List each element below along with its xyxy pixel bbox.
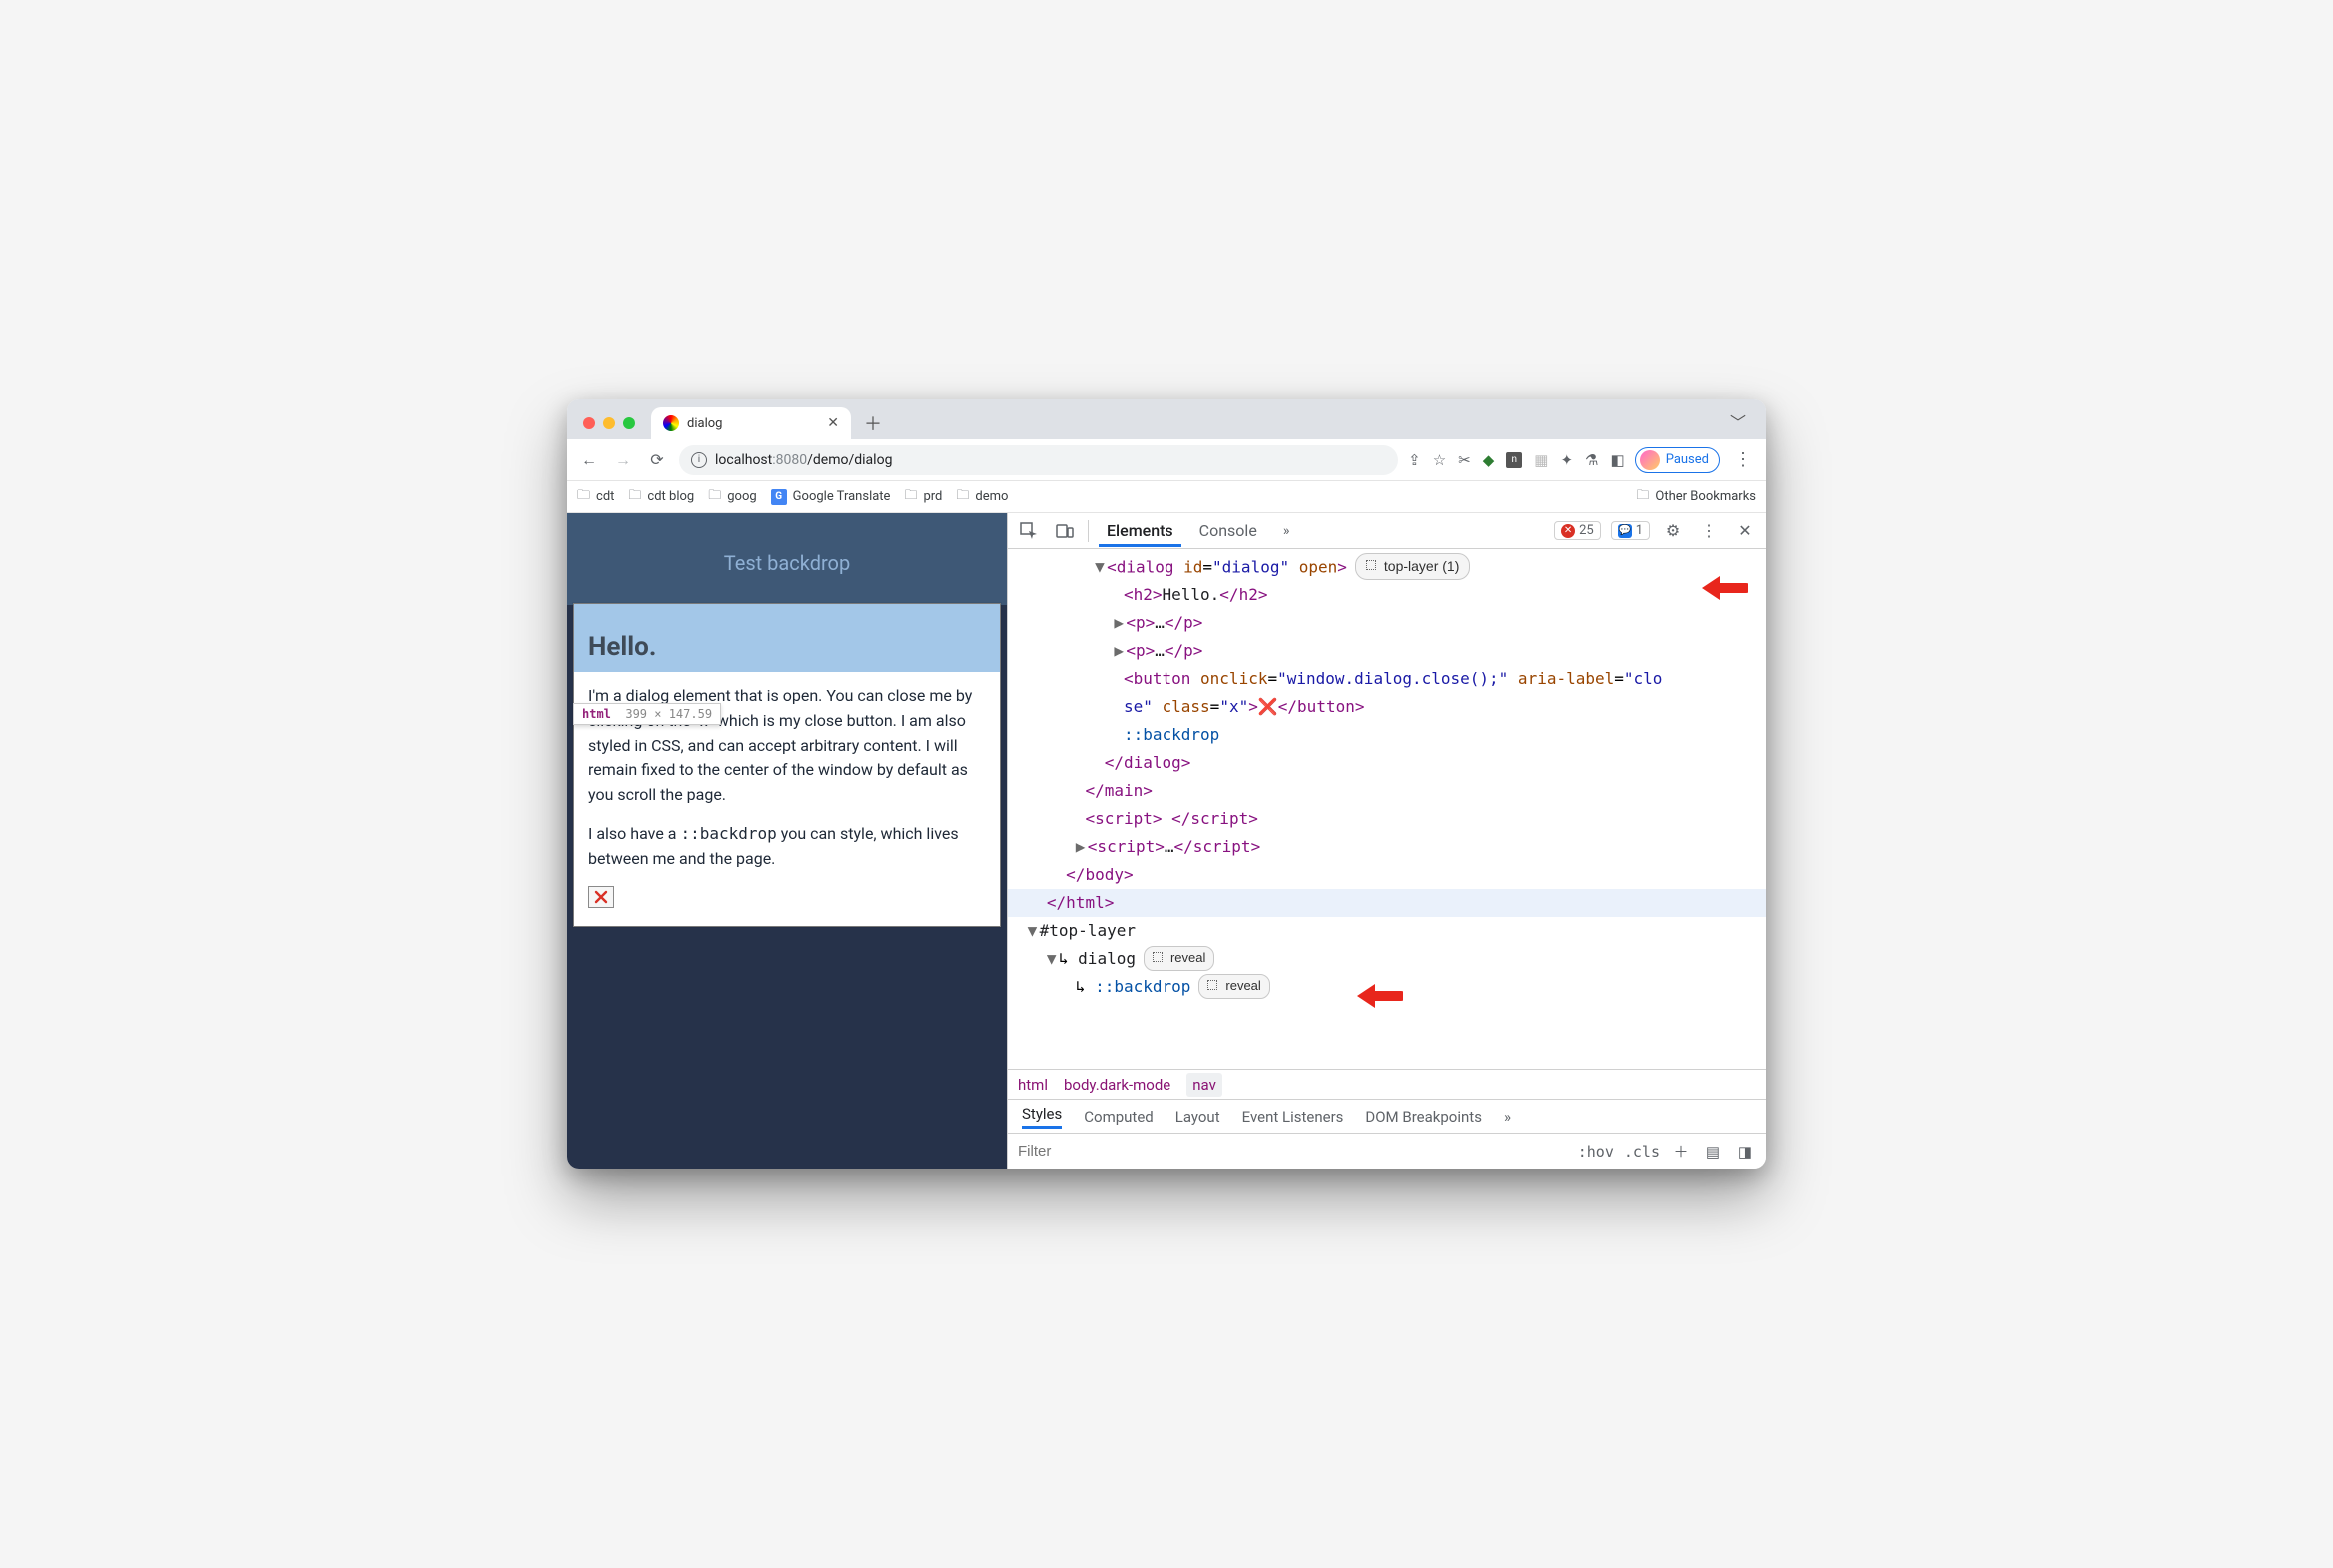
other-bookmarks[interactable]: 🗀Other Bookmarks	[1636, 486, 1756, 508]
computed-styles-icon[interactable]: ▤	[1702, 1141, 1724, 1163]
dialog-close-button[interactable]	[588, 886, 614, 908]
minimize-window-button[interactable]	[603, 417, 615, 429]
extensions-puzzle-icon[interactable]: ✦	[1560, 451, 1573, 469]
tab-event-listeners[interactable]: Event Listeners	[1242, 1108, 1344, 1126]
inspector-tooltip: html 399 × 147.59	[573, 703, 721, 725]
labs-flask-icon[interactable]: ⚗︎	[1585, 451, 1598, 469]
bookmark-folder[interactable]: 🗀cdt	[577, 486, 614, 508]
bookmark-folder[interactable]: 🗀prd	[904, 486, 942, 508]
extension-icon[interactable]: ◆	[1483, 451, 1495, 469]
close-window-button[interactable]	[583, 417, 595, 429]
dialog-header: Hello.	[574, 604, 1000, 672]
window-controls	[575, 417, 643, 439]
reload-button[interactable]: ⟳	[645, 448, 669, 472]
devtools-panel: Elements Console » ✕25 💬1 ⚙ ⋮ ✕ ▼<dialog…	[1007, 513, 1766, 1169]
content-area: Test backdrop Hello. I'm a dialog elemen…	[567, 513, 1766, 1169]
crumb[interactable]: html	[1018, 1076, 1048, 1094]
favicon	[663, 415, 679, 431]
dialog-heading: Hello.	[588, 632, 986, 662]
zoom-window-button[interactable]	[623, 417, 635, 429]
top-layer-badge[interactable]: top-layer (1)	[1355, 553, 1470, 580]
browser-window: dialog ✕ ＋ ﹀ ← → ⟳ i localhost:8080/demo…	[567, 399, 1766, 1169]
toolbar-actions: ⇪ ☆ ✂︎ ◆ n ▦ ✦ ⚗︎ ◧	[1408, 451, 1625, 469]
reveal-badge[interactable]: reveal	[1144, 946, 1214, 971]
bookmark-folder[interactable]: 🗀demo	[956, 486, 1008, 508]
extension-icon[interactable]: ▦	[1534, 451, 1548, 469]
close-devtools-icon[interactable]: ✕	[1732, 518, 1758, 544]
tab-elements[interactable]: Elements	[1099, 515, 1181, 547]
extension-icon[interactable]: n	[1506, 452, 1522, 468]
back-button[interactable]: ←	[577, 448, 601, 472]
devtools-tabs: Elements Console » ✕25 💬1 ⚙ ⋮ ✕	[1008, 513, 1766, 549]
styles-filter-input[interactable]	[1018, 1143, 1216, 1160]
tab-dom-breakpoints[interactable]: DOM Breakpoints	[1365, 1108, 1482, 1126]
tab-list-chevron-icon[interactable]: ﹀	[1730, 409, 1758, 439]
hov-toggle[interactable]: :hov	[1578, 1143, 1614, 1161]
page-banner[interactable]: Test backdrop	[567, 513, 1007, 605]
share-icon[interactable]: ⇪	[1408, 451, 1421, 469]
scissors-icon[interactable]: ✂︎	[1458, 451, 1471, 469]
annotation-arrow	[1700, 555, 1748, 625]
breadcrumb[interactable]: html body.dark-mode nav	[1008, 1069, 1766, 1099]
rendered-page: Test backdrop Hello. I'm a dialog elemen…	[567, 513, 1007, 1169]
dom-tree[interactable]: ▼<dialog id="dialog" open>top-layer (1) …	[1008, 549, 1766, 1069]
side-panel-icon[interactable]: ◧	[1611, 451, 1625, 469]
more-tabs-icon[interactable]: »	[1504, 1108, 1511, 1126]
site-info-icon[interactable]: i	[691, 452, 707, 468]
profile-state: Paused	[1666, 452, 1709, 467]
chrome-menu-button[interactable]: ⋮	[1730, 449, 1756, 470]
crumb[interactable]: body.dark-mode	[1064, 1076, 1170, 1094]
new-tab-button[interactable]: ＋	[859, 409, 887, 437]
bookmark-folder[interactable]: 🗀cdt blog	[628, 486, 694, 508]
tab-layout[interactable]: Layout	[1175, 1108, 1220, 1126]
bookmark-item[interactable]: GGoogle Translate	[771, 489, 891, 505]
tab-strip: dialog ✕ ＋ ﹀	[567, 399, 1766, 439]
reveal-badge[interactable]: reveal	[1198, 974, 1269, 999]
select-icon	[1153, 952, 1165, 964]
profile-chip[interactable]: Paused	[1635, 447, 1720, 473]
address-bar[interactable]: i localhost:8080/demo/dialog	[679, 445, 1398, 475]
toggle-sidebar-icon[interactable]: ◨	[1734, 1141, 1756, 1163]
bookmark-star-icon[interactable]: ☆	[1433, 451, 1446, 469]
settings-gear-icon[interactable]: ⚙	[1660, 518, 1686, 544]
url: localhost:8080/demo/dialog	[715, 452, 892, 468]
styles-filter-bar: :hov .cls ＋ ▤ ◨	[1008, 1133, 1766, 1169]
dialog-element: Hello. I'm a dialog element that is open…	[573, 603, 1001, 927]
device-toolbar-icon[interactable]	[1052, 518, 1078, 544]
bookmark-folder[interactable]: 🗀goog	[708, 486, 756, 508]
tab-console[interactable]: Console	[1191, 515, 1265, 546]
annotation-arrow	[1355, 963, 1403, 1033]
more-tabs-icon[interactable]: »	[1275, 517, 1298, 545]
avatar	[1640, 450, 1660, 470]
inspect-element-icon[interactable]	[1016, 518, 1042, 544]
tab-computed[interactable]: Computed	[1084, 1108, 1154, 1126]
error-count-pill[interactable]: ✕25	[1554, 521, 1601, 540]
crumb[interactable]: nav	[1186, 1073, 1222, 1097]
select-icon	[1207, 980, 1219, 992]
cls-toggle[interactable]: .cls	[1624, 1143, 1660, 1161]
bookmarks-bar: 🗀cdt 🗀cdt blog 🗀goog GGoogle Translate 🗀…	[567, 481, 1766, 513]
issue-count-pill[interactable]: 💬1	[1611, 521, 1650, 540]
browser-tab[interactable]: dialog ✕	[651, 407, 851, 439]
forward-button[interactable]: →	[611, 448, 635, 472]
new-style-rule-icon[interactable]: ＋	[1670, 1141, 1692, 1163]
tab-styles[interactable]: Styles	[1022, 1105, 1062, 1129]
dialog-paragraph: I also have a ::backdrop you can style, …	[588, 822, 986, 872]
select-icon	[1366, 560, 1378, 572]
tab-title: dialog	[687, 416, 722, 431]
close-tab-icon[interactable]: ✕	[827, 415, 839, 431]
kebab-menu-icon[interactable]: ⋮	[1696, 518, 1722, 544]
styles-tabs: Styles Computed Layout Event Listeners D…	[1008, 1099, 1766, 1133]
toolbar: ← → ⟳ i localhost:8080/demo/dialog ⇪ ☆ ✂…	[567, 439, 1766, 481]
